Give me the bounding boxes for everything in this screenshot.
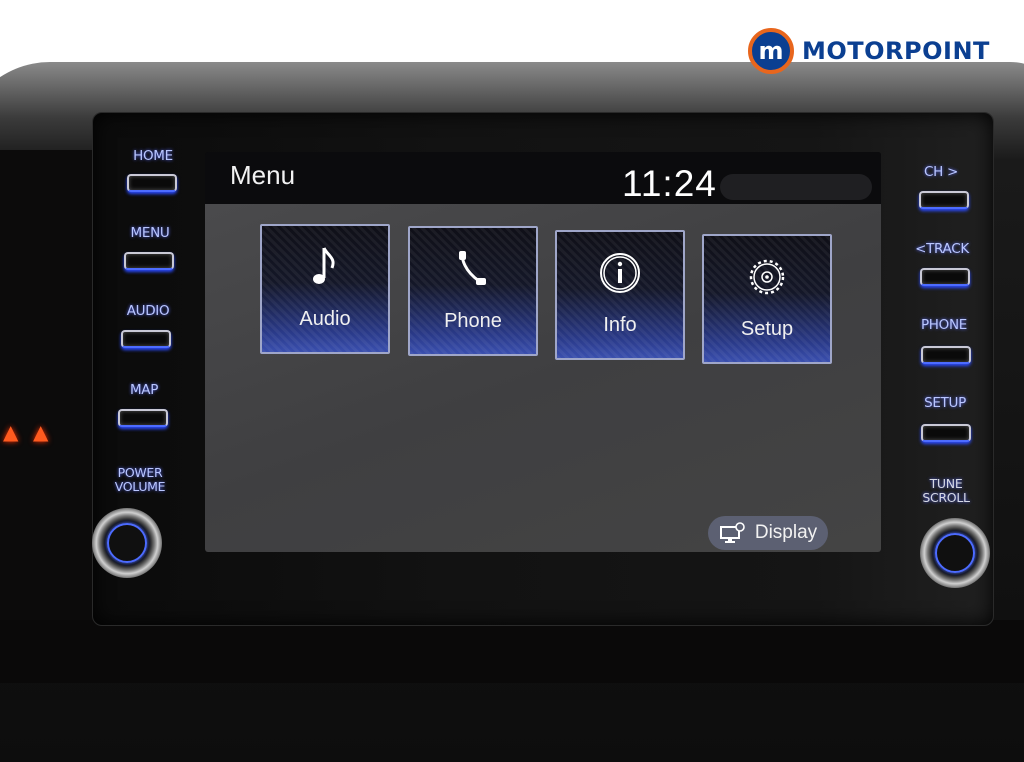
- display-label: Display: [754, 522, 818, 543]
- tile-audio[interactable]: Audio: [260, 224, 390, 354]
- screen-header: Menu 11:24: [205, 152, 881, 204]
- home-label: HOME: [133, 148, 173, 164]
- map-button[interactable]: [118, 409, 168, 427]
- touch-screen: Menu 11:24 Audio Phone Info Setup Displa…: [205, 152, 881, 552]
- tune-scroll-label: TUNE SCROLL: [916, 477, 976, 505]
- tune-scroll-knob[interactable]: [920, 518, 990, 588]
- seatbelt-warning-icon: ▲: [3, 420, 19, 444]
- track-label: <TRACK: [915, 241, 969, 257]
- logo-mark: m: [748, 28, 794, 74]
- info-icon: [557, 252, 683, 294]
- tile-info[interactable]: Info: [555, 230, 685, 360]
- setup-hw-label: SETUP: [924, 395, 966, 411]
- menu-button[interactable]: [124, 252, 174, 270]
- logo-text: MOTORPOINT: [802, 37, 990, 65]
- music-note-icon: [262, 246, 388, 288]
- scroll-label: SCROLL: [922, 490, 970, 505]
- status-area: [720, 174, 872, 200]
- tile-label: Setup: [740, 318, 794, 340]
- seatbelt-warning-icon: ▲: [33, 420, 49, 444]
- clock: 11:24: [622, 163, 717, 204]
- motorpoint-logo: m MOTORPOINT: [748, 28, 990, 74]
- phone-hw-label: PHONE: [920, 317, 968, 333]
- tile-phone[interactable]: Phone: [408, 226, 538, 356]
- home-button[interactable]: [127, 174, 177, 192]
- audio-button[interactable]: [121, 330, 171, 348]
- setup-hw-button[interactable]: [921, 424, 971, 442]
- map-label: MAP: [129, 382, 159, 398]
- tile-label: Info: [603, 314, 637, 336]
- ch-label: CH >: [924, 164, 958, 180]
- gear-icon: [704, 256, 830, 298]
- page-title: Menu: [230, 160, 296, 190]
- tile-label: Audio: [299, 308, 351, 330]
- display-settings-icon: [719, 522, 745, 543]
- ch-next-button[interactable]: [919, 191, 969, 209]
- tile-label: Phone: [444, 310, 502, 332]
- power-label: POWER: [117, 465, 163, 480]
- tune-label: TUNE: [929, 476, 963, 491]
- menu-label: MENU: [130, 225, 170, 241]
- phone-hw-button[interactable]: [921, 346, 971, 364]
- power-volume-label: POWER VOLUME: [108, 466, 172, 494]
- menu-content: Audio Phone Info Setup: [205, 204, 881, 552]
- audio-label: AUDIO: [126, 303, 170, 319]
- dashboard-lower: [0, 620, 1024, 683]
- volume-label: VOLUME: [114, 479, 166, 494]
- track-prev-button[interactable]: [920, 268, 970, 286]
- tile-setup[interactable]: Setup: [702, 234, 832, 364]
- phone-icon: [410, 248, 536, 290]
- display-button[interactable]: Display: [708, 516, 828, 550]
- power-volume-knob[interactable]: [92, 508, 162, 578]
